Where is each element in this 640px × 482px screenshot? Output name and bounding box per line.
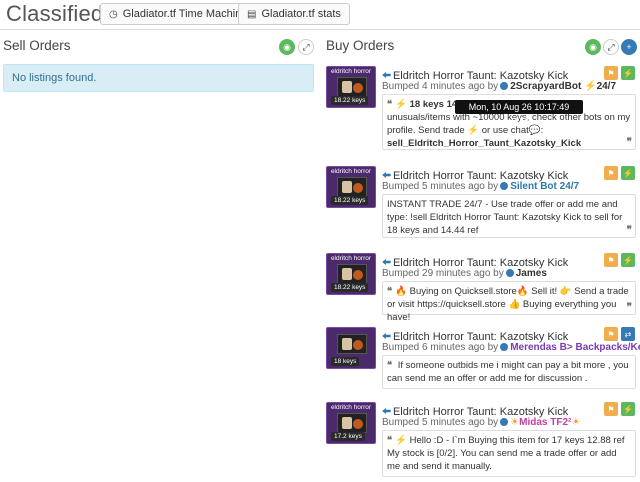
sun-icon: ☀ [571, 417, 581, 428]
time-machine-button[interactable]: ◷ Gladiator.tf Time Machine [100, 3, 257, 25]
item-thumbnail[interactable]: eldritch horror 17.2 keys [326, 402, 376, 444]
item-thumbnail[interactable]: eldritch horror 18.22 keys [326, 66, 376, 108]
page-title: Classifieds [6, 1, 115, 26]
comment-text: INSTANT TRADE 24/7 - Use trade offer or … [387, 199, 623, 237]
flag-icon[interactable]: ⚑ [604, 253, 618, 267]
comment-text: Hello :D - I`m Buying this item for 17 k… [387, 435, 625, 473]
stats-label: Gladiator.tf stats [261, 8, 341, 20]
quote-open-icon: ❝ [387, 435, 393, 446]
sell-empty-text: No listings found. [12, 72, 97, 84]
stats-button[interactable]: ▤ Gladiator.tf stats [238, 3, 350, 25]
bolt-trade-icon[interactable]: ⚡ [621, 253, 635, 267]
bolt-trade-icon[interactable]: ⚡ [621, 402, 635, 416]
flag-icon[interactable]: ⚑ [604, 402, 618, 416]
add-icon-buy[interactable]: + [621, 39, 637, 55]
sun-icon: ☀ [510, 417, 520, 428]
item-label: eldritch horror [330, 168, 372, 175]
thumbs-up-icon: 👍 [508, 299, 521, 311]
comment-part: 18 keys 14 [409, 99, 458, 110]
comment-part: Sell it! [531, 286, 558, 297]
expand-icon-buy[interactable]: ⤢ [603, 39, 619, 55]
comment-command: sell_Eldritch_Horror_Taunt_Kazotsky_Kick [387, 138, 582, 150]
bumped-line: Bumped 5 minutes ago by Silent Bot 24/7 [382, 181, 579, 192]
item-art [337, 77, 367, 97]
flag-icon[interactable]: ⚑ [604, 166, 618, 180]
eye-icon-sell[interactable]: ◉ [279, 39, 295, 55]
flag-icon[interactable]: ⚑ [604, 327, 618, 341]
price-badge: 17.2 keys [331, 432, 365, 441]
bumped-text: Bumped 29 minutes ago by [382, 268, 504, 279]
username-link[interactable]: 2ScrapyardBot [510, 81, 581, 92]
eye-icon-buy[interactable]: ◉ [585, 39, 601, 55]
bolt-icon: ⚡ [467, 125, 480, 137]
item-thumbnail[interactable]: eldritch horror 18.22 keys [326, 253, 376, 295]
comment-part: Buying on Quicksell.store [409, 286, 517, 297]
price-badge: 18.22 keys [331, 96, 369, 105]
quote-close-icon: ❞ [626, 225, 632, 237]
fire-icon: 🔥 [516, 286, 529, 297]
price-badge: 18.22 keys [331, 196, 369, 205]
comment-text: If someone outbids me i might can pay a … [387, 360, 629, 385]
sell-empty-alert: No listings found. [3, 64, 314, 92]
username-link[interactable]: Silent Bot 24/7 [510, 181, 579, 192]
item-thumbnail[interactable]: eldritch horror 18.22 keys [326, 166, 376, 208]
bar-chart-icon: ▤ [247, 8, 257, 20]
bolt-icon: ⚡ [395, 435, 407, 446]
quote-close-icon: ❞ [626, 137, 632, 149]
username-suffix: 24/7 [596, 81, 617, 92]
price-badge: 18.22 keys [331, 283, 369, 292]
username-link[interactable]: Merendas B> Backpacks/Keys [510, 342, 640, 353]
quote-open-icon: ❝ [387, 99, 393, 110]
listing-comment: ❝ ⚡ Hello :D - I`m Buying this item for 1… [382, 430, 636, 477]
buy-orders-title: Buy Orders [326, 38, 395, 53]
fire-icon: 🔥 [395, 286, 407, 297]
bumped-line: Bumped 29 minutes ago by James [382, 268, 547, 279]
bumped-text: Bumped 5 minutes ago by [382, 181, 499, 192]
item-label: eldritch horror [330, 404, 372, 411]
bumped-text: Bumped 6 minutes ago by [382, 342, 499, 353]
status-dot-icon [500, 182, 509, 190]
listing-comment: INSTANT TRADE 24/7 - Use trade offer or … [382, 194, 636, 238]
listing-comment: ❝ 🔥 Buying on Quicksell.store🔥 Sell it! 👉… [382, 281, 636, 323]
flag-icon[interactable]: ⚑ [604, 66, 618, 80]
status-dot-icon [500, 343, 509, 351]
bolt-icon: ⚡ [395, 99, 407, 110]
bolt-trade-icon[interactable]: ⚡ [621, 166, 635, 180]
username-link[interactable]: Midas TF2² [519, 417, 571, 428]
quote-close-icon: ❞ [626, 302, 632, 314]
listing-comment: ❝ If someone outbids me i might can pay … [382, 355, 636, 389]
bumped-text: Bumped 5 minutes ago by [382, 417, 499, 428]
item-label: eldritch horror [330, 68, 372, 75]
top-header: Classifieds ◷ Gladiator.tf Time Machine … [0, 0, 640, 30]
status-dot-icon [500, 82, 509, 90]
username-link[interactable]: James [516, 268, 547, 279]
status-dot-icon [505, 269, 514, 277]
item-art [337, 413, 367, 433]
clock-icon: ◷ [109, 8, 118, 20]
status-dot-icon [500, 418, 509, 426]
bumped-text: Bumped 4 minutes ago by [382, 81, 499, 92]
item-art [337, 264, 367, 284]
item-art [337, 334, 367, 354]
bumped-line: Bumped 6 minutes ago by Merendas B> Backp… [382, 342, 640, 353]
item-label: eldritch horror [330, 255, 372, 262]
bolt-trade-icon[interactable]: ⚡ [621, 66, 635, 80]
timestamp-tooltip: Mon, 10 Aug 26 10:17:49 +0000 [455, 100, 583, 126]
item-art [337, 177, 367, 197]
point-right-icon: 👉 [559, 286, 572, 297]
quote-open-icon: ❝ [387, 360, 393, 371]
quote-open-icon: ❝ [387, 286, 393, 297]
bumped-line: Bumped 4 minutes ago by 2ScrapyardBot ⚡24… [382, 81, 616, 92]
item-thumbnail[interactable]: 18 keys [326, 327, 376, 369]
sell-orders-title: Sell Orders [3, 38, 71, 53]
bumped-line: Bumped 5 minutes ago by ☀Midas TF2²☀ [382, 417, 580, 428]
exchange-icon[interactable]: ⇄ [621, 327, 635, 341]
time-machine-label: Gladiator.tf Time Machine [122, 8, 248, 20]
expand-icon-sell[interactable]: ⤢ [298, 39, 314, 55]
bolt-icon: ⚡ [584, 81, 597, 92]
price-badge: 18 keys [331, 357, 360, 366]
